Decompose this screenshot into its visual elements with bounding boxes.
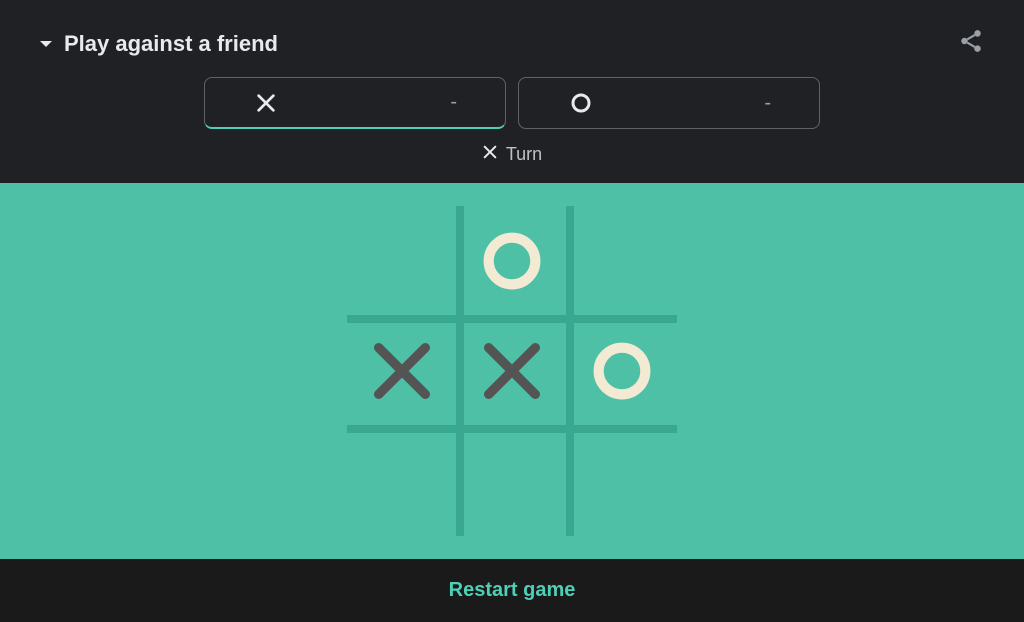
cell-4[interactable] xyxy=(457,316,567,426)
score-row: - - xyxy=(0,77,1024,144)
mode-label: Play against a friend xyxy=(64,31,278,57)
turn-label: Turn xyxy=(506,144,542,165)
board-area xyxy=(0,183,1024,559)
o-icon xyxy=(569,91,593,115)
footer: Restart game xyxy=(0,559,1024,622)
cell-6[interactable] xyxy=(347,426,457,536)
cell-8[interactable] xyxy=(567,426,677,536)
score-x-value: - xyxy=(450,91,457,114)
turn-mark-icon xyxy=(482,144,498,165)
cell-3[interactable] xyxy=(347,316,457,426)
restart-button[interactable]: Restart game xyxy=(449,579,576,602)
game-container: Play against a friend - - xyxy=(0,0,1024,622)
turn-indicator: Turn xyxy=(0,144,1024,183)
caret-down-icon xyxy=(40,41,52,47)
share-icon[interactable] xyxy=(958,28,984,59)
score-card-x[interactable]: - xyxy=(204,77,506,129)
mode-selector[interactable]: Play against a friend xyxy=(40,31,278,57)
cell-7[interactable] xyxy=(457,426,567,536)
x-icon xyxy=(255,92,277,114)
cell-2[interactable] xyxy=(567,206,677,316)
header: Play against a friend xyxy=(0,0,1024,77)
score-card-o[interactable]: - xyxy=(518,77,820,129)
cell-1[interactable] xyxy=(457,206,567,316)
cell-5[interactable] xyxy=(567,316,677,426)
score-o-value: - xyxy=(764,92,771,115)
game-board xyxy=(347,206,677,536)
cell-0[interactable] xyxy=(347,206,457,316)
